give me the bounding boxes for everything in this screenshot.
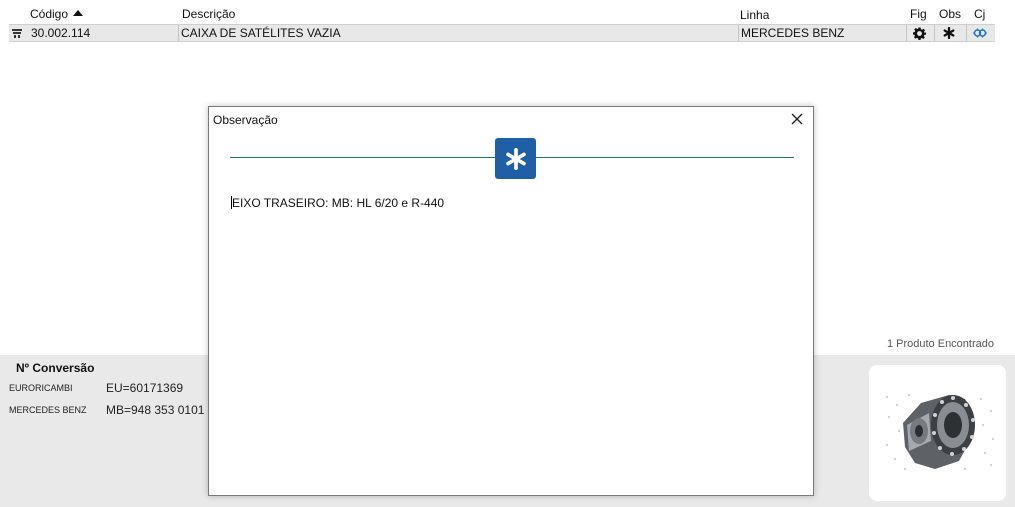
- cj-cell[interactable]: [969, 25, 991, 41]
- conversion-code: EU=60171369: [106, 381, 184, 395]
- conversion-brand: EURORICAMBI: [9, 383, 73, 393]
- observation-text: EIXO TRASEIRO: MB: HL 6/20 e R-440: [232, 196, 445, 210]
- asterisk-icon: [505, 147, 526, 170]
- conversion-brand: MERCEDES BENZ: [9, 405, 87, 415]
- observation-dialog: Observação EIXO TRASEIRO: MB: HL 6/20 e …: [208, 106, 814, 496]
- cell-descricao: CAIXA DE SATÉLITES VAZIA: [181, 26, 341, 40]
- app-root: Código Descrição Linha Fig Obs Cj 30.002…: [0, 0, 1015, 507]
- product-image: [885, 393, 995, 471]
- header-obs[interactable]: Obs: [939, 7, 961, 21]
- fig-cell[interactable]: [908, 25, 930, 41]
- asterisk-icon[interactable]: [943, 27, 955, 39]
- results-count: 1 Produto Encontrado: [886, 338, 994, 350]
- dialog-title: Observação: [213, 113, 278, 127]
- table-header: Código Descrição Linha Fig Obs Cj: [0, 0, 1015, 24]
- cell-codigo: 30.002.114: [31, 26, 91, 40]
- column-divider: [738, 25, 739, 41]
- header-codigo-label: Código: [30, 7, 69, 21]
- gear-icon[interactable]: [912, 27, 926, 40]
- obs-cell[interactable]: [938, 25, 960, 41]
- sort-ascending-icon: [73, 10, 84, 16]
- column-divider: [906, 25, 907, 41]
- cart-icon[interactable]: [11, 27, 23, 39]
- header-codigo[interactable]: Código: [30, 7, 84, 21]
- header-cj[interactable]: Cj: [974, 7, 985, 21]
- close-icon[interactable]: [789, 111, 805, 127]
- header-linha[interactable]: Linha: [740, 8, 769, 22]
- column-divider: [178, 25, 179, 41]
- gears-link-icon[interactable]: [972, 27, 988, 39]
- table-row[interactable]: 30.002.114 CAIXA DE SATÉLITES VAZIA MERC…: [9, 24, 995, 42]
- cell-linha: MERCEDES BENZ: [741, 26, 845, 40]
- product-image-card[interactable]: [869, 365, 1006, 501]
- column-divider: [966, 25, 967, 41]
- conversion-title: Nº Conversão: [16, 361, 95, 375]
- header-fig[interactable]: Fig: [910, 7, 927, 21]
- header-descricao[interactable]: Descrição: [182, 7, 235, 21]
- observation-badge: [495, 138, 536, 179]
- column-divider: [934, 25, 935, 41]
- conversion-code: MB=948 353 0101: [106, 403, 205, 417]
- observation-text-area[interactable]: EIXO TRASEIRO: MB: HL 6/20 e R-440: [231, 196, 444, 210]
